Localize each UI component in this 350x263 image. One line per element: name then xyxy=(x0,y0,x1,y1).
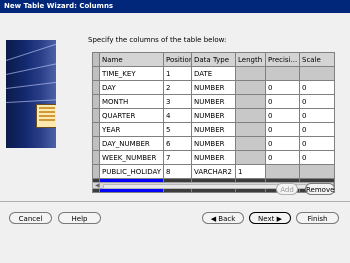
add-button[interactable]: Add xyxy=(276,183,298,195)
scale-cell[interactable]: 0 xyxy=(299,122,335,137)
scale-cell[interactable] xyxy=(299,164,335,179)
next-button-label: Next xyxy=(258,215,275,223)
scale-cell[interactable]: 0 xyxy=(299,80,335,95)
precision-cell[interactable]: 0 xyxy=(265,122,300,137)
table-row[interactable]: YEAR 5 NUMBER 0 0 xyxy=(92,122,335,137)
data-type-cell[interactable]: NUMBER xyxy=(191,122,236,137)
scale-cell[interactable] xyxy=(299,66,335,81)
scroll-left-icon[interactable]: ◀ xyxy=(95,182,100,189)
row-selector[interactable] xyxy=(92,66,100,81)
scale-cell[interactable]: 0 xyxy=(299,150,335,165)
position-cell[interactable]: 2 xyxy=(163,80,192,95)
columns-grid[interactable]: Name Position Data Type Length Precisi..… xyxy=(92,52,335,193)
data-type-cell[interactable]: VARCHAR2 xyxy=(191,164,236,179)
row-selector[interactable] xyxy=(92,122,100,137)
column-header-name[interactable]: Name xyxy=(99,52,164,67)
column-header-position[interactable]: Position xyxy=(163,52,192,67)
help-button[interactable]: Help xyxy=(58,212,101,224)
length-cell[interactable] xyxy=(235,136,266,151)
length-cell[interactable] xyxy=(235,108,266,123)
table-icon xyxy=(36,104,56,128)
back-button[interactable]: ◀ Back xyxy=(202,212,244,224)
precision-cell[interactable]: 0 xyxy=(265,80,300,95)
position-cell[interactable]: 1 xyxy=(163,66,192,81)
next-button[interactable]: Next ▶ xyxy=(249,212,291,224)
column-header-length[interactable]: Length xyxy=(235,52,266,67)
position-cell[interactable]: 3 xyxy=(163,94,192,109)
length-cell[interactable] xyxy=(235,122,266,137)
data-type-cell[interactable]: NUMBER xyxy=(191,108,236,123)
back-button-label: Back xyxy=(218,215,236,223)
precision-cell[interactable] xyxy=(265,164,300,179)
table-row[interactable]: MONTH 3 NUMBER 0 0 xyxy=(92,94,335,109)
scale-cell[interactable]: 0 xyxy=(299,136,335,151)
name-cell[interactable]: MONTH xyxy=(99,94,164,109)
length-cell[interactable] xyxy=(235,94,266,109)
row-selector[interactable] xyxy=(92,108,100,123)
row-selector[interactable] xyxy=(92,164,100,179)
table-row[interactable]: PUBLIC_HOLIDAY 8 VARCHAR2 1 xyxy=(92,164,335,179)
name-cell[interactable]: DAY_NUMBER xyxy=(99,136,164,151)
precision-cell[interactable] xyxy=(265,66,300,81)
finish-button[interactable]: Finish xyxy=(296,212,339,224)
name-cell[interactable]: WEEK_NUMBER xyxy=(99,150,164,165)
data-type-cell[interactable]: DATE xyxy=(191,66,236,81)
row-selector[interactable] xyxy=(92,150,100,165)
name-cell[interactable]: DAY xyxy=(99,80,164,95)
length-cell[interactable] xyxy=(235,80,266,95)
precision-cell[interactable]: 0 xyxy=(265,94,300,109)
position-cell[interactable]: 4 xyxy=(163,108,192,123)
position-cell[interactable]: 8 xyxy=(163,164,192,179)
row-selector[interactable] xyxy=(92,136,100,151)
wizard-window: New Table Wizard: Columns Specify the co… xyxy=(0,0,350,263)
position-cell[interactable]: 7 xyxy=(163,150,192,165)
name-cell[interactable]: TIME_KEY xyxy=(99,66,164,81)
column-header-data-type[interactable]: Data Type xyxy=(191,52,236,67)
data-type-cell[interactable]: NUMBER xyxy=(191,150,236,165)
precision-cell[interactable]: 0 xyxy=(265,150,300,165)
column-header-scale[interactable]: Scale xyxy=(299,52,335,67)
position-cell[interactable]: 6 xyxy=(163,136,192,151)
instruction-text: Specify the columns of the table below: xyxy=(88,36,227,44)
row-selector[interactable] xyxy=(92,80,100,95)
length-cell[interactable]: 1 xyxy=(235,164,266,179)
footer-divider xyxy=(0,201,350,202)
data-type-cell[interactable]: NUMBER xyxy=(191,136,236,151)
wizard-illustration xyxy=(6,40,56,148)
length-cell[interactable] xyxy=(235,150,266,165)
window-title: New Table Wizard: Columns xyxy=(0,0,350,13)
data-type-cell[interactable]: NUMBER xyxy=(191,80,236,95)
scale-cell[interactable]: 0 xyxy=(299,108,335,123)
next-arrow-icon: ▶ xyxy=(274,215,282,223)
precision-cell[interactable]: 0 xyxy=(265,136,300,151)
scale-cell[interactable]: 0 xyxy=(299,94,335,109)
grid-header-row: Name Position Data Type Length Precisi..… xyxy=(92,52,335,67)
cancel-button[interactable]: Cancel xyxy=(9,212,52,224)
table-row[interactable]: TIME_KEY 1 DATE xyxy=(92,66,335,81)
table-row[interactable]: WEEK_NUMBER 7 NUMBER 0 0 xyxy=(92,150,335,165)
name-cell[interactable]: QUARTER xyxy=(99,108,164,123)
column-header-precision[interactable]: Precisi... xyxy=(265,52,300,67)
row-selector[interactable] xyxy=(92,94,100,109)
table-row[interactable]: DAY 2 NUMBER 0 0 xyxy=(92,80,335,95)
name-cell[interactable]: PUBLIC_HOLIDAY xyxy=(99,164,164,179)
table-row[interactable]: QUARTER 4 NUMBER 0 0 xyxy=(92,108,335,123)
data-type-cell[interactable]: NUMBER xyxy=(191,94,236,109)
table-row[interactable]: DAY_NUMBER 6 NUMBER 0 0 xyxy=(92,136,335,151)
name-cell[interactable]: YEAR xyxy=(99,122,164,137)
remove-button[interactable]: Remove xyxy=(305,183,335,195)
position-cell[interactable]: 5 xyxy=(163,122,192,137)
length-cell[interactable] xyxy=(235,66,266,81)
row-header-corner xyxy=(92,52,100,67)
precision-cell[interactable]: 0 xyxy=(265,108,300,123)
